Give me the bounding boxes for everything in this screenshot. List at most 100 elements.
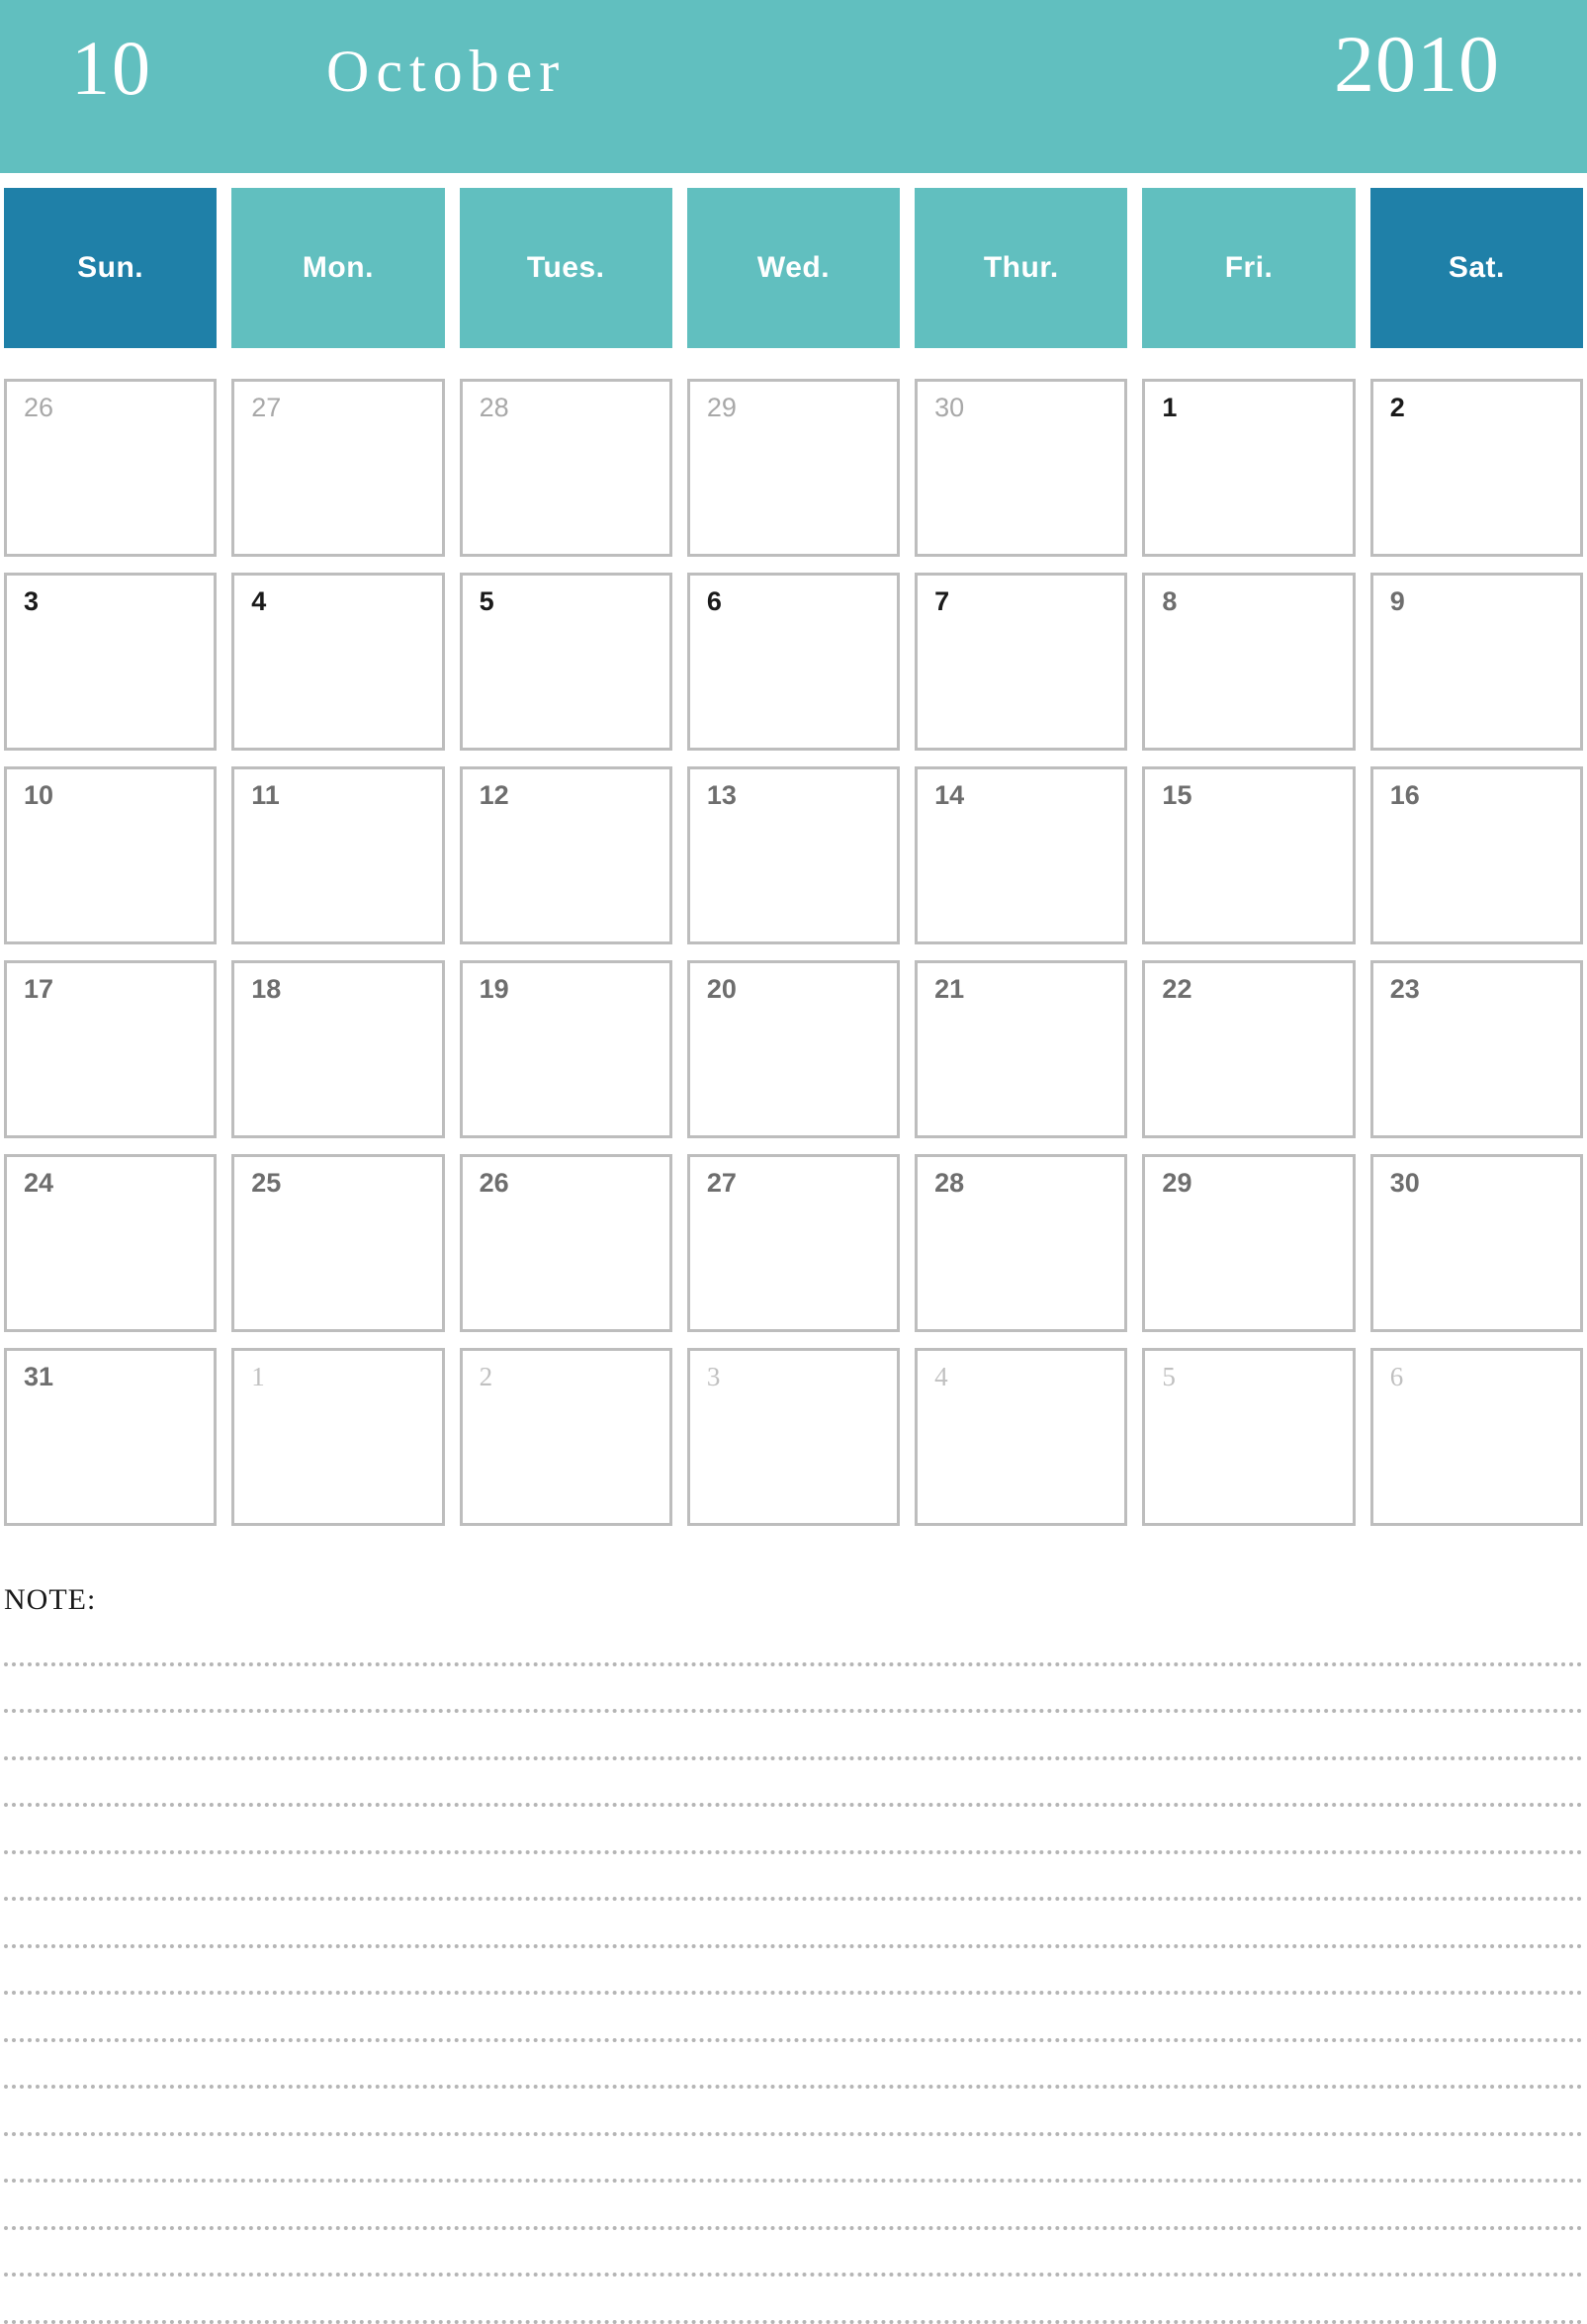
day-cell[interactable]: 7: [915, 573, 1128, 751]
day-number: 26: [24, 393, 54, 422]
day-cell[interactable]: 30: [915, 379, 1128, 557]
day-number: 6: [1389, 1362, 1404, 1391]
day-cell[interactable]: 2: [1369, 379, 1583, 557]
note-line[interactable]: [4, 1948, 1583, 1995]
note-line[interactable]: [4, 2042, 1583, 2089]
day-cell[interactable]: 16: [1369, 766, 1583, 944]
day-cell[interactable]: 12: [459, 766, 672, 944]
day-number: 14: [934, 780, 965, 810]
weekday-header-tues: Tues.: [459, 188, 672, 348]
day-number: 30: [1389, 1168, 1420, 1198]
day-cell[interactable]: 17: [4, 960, 218, 1138]
note-ruled-lines[interactable]: [4, 1619, 1583, 2324]
day-cell[interactable]: 27: [686, 1154, 901, 1332]
day-number: 2: [479, 1362, 493, 1391]
day-number: 5: [1162, 1362, 1176, 1391]
day-cell[interactable]: 11: [231, 766, 445, 944]
note-line[interactable]: [4, 1619, 1583, 1666]
day-number: 16: [1389, 780, 1420, 810]
month-number: 10: [71, 25, 152, 111]
day-number: 13: [706, 780, 737, 810]
note-line[interactable]: [4, 1901, 1583, 1948]
day-number: 4: [251, 586, 267, 616]
day-cell[interactable]: 30: [1369, 1154, 1583, 1332]
day-cell[interactable]: 5: [459, 573, 672, 751]
day-cell[interactable]: 31: [4, 1348, 218, 1526]
day-number: 25: [251, 1168, 282, 1198]
note-line[interactable]: [4, 1713, 1583, 1760]
day-cell[interactable]: 1: [1142, 379, 1356, 557]
day-number: 19: [479, 974, 509, 1004]
weekday-header-thur: Thur.: [915, 188, 1128, 348]
day-number: 27: [706, 1168, 737, 1198]
day-cell[interactable]: 6: [1369, 1348, 1583, 1526]
day-cell[interactable]: 26: [4, 379, 218, 557]
weekday-header-sun: Sun.: [4, 188, 218, 348]
note-line[interactable]: [4, 1666, 1583, 1713]
weekday-header-row: Sun. Mon. Tues. Wed. Thur. Fri. Sat.: [0, 188, 1587, 348]
day-cell[interactable]: 29: [1142, 1154, 1356, 1332]
note-line[interactable]: [4, 2277, 1583, 2324]
year-label: 2010: [1334, 19, 1500, 109]
title-banner: 10 October 2010: [0, 0, 1587, 173]
day-cell[interactable]: 9: [1369, 573, 1583, 751]
day-cell[interactable]: 21: [915, 960, 1128, 1138]
day-number: 22: [1162, 974, 1192, 1004]
day-number: 10: [24, 780, 54, 810]
note-line[interactable]: [4, 1995, 1583, 2042]
note-line[interactable]: [4, 2136, 1583, 2183]
day-number: 2: [1389, 393, 1405, 422]
day-cell[interactable]: 6: [686, 573, 901, 751]
day-cell[interactable]: 29: [686, 379, 901, 557]
day-cell[interactable]: 8: [1142, 573, 1356, 751]
day-cell[interactable]: 5: [1142, 1348, 1356, 1526]
day-number: 28: [934, 1168, 965, 1198]
note-line[interactable]: [4, 2183, 1583, 2230]
weekday-header-wed: Wed.: [686, 188, 901, 348]
calendar-grid: 26 27 28 29 30 1 2 3 4 5 6 7 8 9 10 11 12 13 14 15 16 17 18 19 2…: [0, 379, 1587, 1526]
weekday-header-fri: Fri.: [1142, 188, 1356, 348]
note-line[interactable]: [4, 1807, 1583, 1854]
day-cell[interactable]: 4: [231, 573, 445, 751]
day-cell[interactable]: 25: [231, 1154, 445, 1332]
day-number: 17: [24, 974, 54, 1004]
day-cell[interactable]: 28: [459, 379, 672, 557]
day-cell[interactable]: 3: [4, 573, 218, 751]
day-cell[interactable]: 23: [1369, 960, 1583, 1138]
weekday-header-mon: Mon.: [231, 188, 445, 348]
day-cell[interactable]: 24: [4, 1154, 218, 1332]
day-number: 5: [479, 586, 494, 616]
day-number: 20: [706, 974, 737, 1004]
day-number: 12: [479, 780, 509, 810]
month-name: October: [326, 39, 567, 104]
day-cell[interactable]: 3: [686, 1348, 901, 1526]
day-cell[interactable]: 13: [686, 766, 901, 944]
day-cell[interactable]: 20: [686, 960, 901, 1138]
day-number: 3: [706, 1362, 721, 1391]
day-cell[interactable]: 18: [231, 960, 445, 1138]
day-cell[interactable]: 19: [459, 960, 672, 1138]
note-line[interactable]: [4, 2230, 1583, 2277]
day-number: 1: [1162, 393, 1178, 422]
day-cell[interactable]: 1: [231, 1348, 445, 1526]
day-number: 4: [934, 1362, 948, 1391]
day-number: 24: [24, 1168, 54, 1198]
day-number: 7: [934, 586, 950, 616]
day-cell[interactable]: 27: [231, 379, 445, 557]
day-cell[interactable]: 4: [915, 1348, 1128, 1526]
day-cell[interactable]: 10: [4, 766, 218, 944]
day-cell[interactable]: 26: [459, 1154, 672, 1332]
day-cell[interactable]: 15: [1142, 766, 1356, 944]
day-cell[interactable]: 14: [915, 766, 1128, 944]
day-number: 29: [1162, 1168, 1192, 1198]
day-number: 6: [706, 586, 722, 616]
day-number: 27: [251, 393, 282, 422]
note-line[interactable]: [4, 2089, 1583, 2136]
day-cell[interactable]: 2: [459, 1348, 672, 1526]
day-number: 8: [1162, 586, 1178, 616]
note-line[interactable]: [4, 1760, 1583, 1807]
note-line[interactable]: [4, 1854, 1583, 1901]
day-cell[interactable]: 22: [1142, 960, 1356, 1138]
day-cell[interactable]: 28: [915, 1154, 1128, 1332]
day-number: 26: [479, 1168, 509, 1198]
